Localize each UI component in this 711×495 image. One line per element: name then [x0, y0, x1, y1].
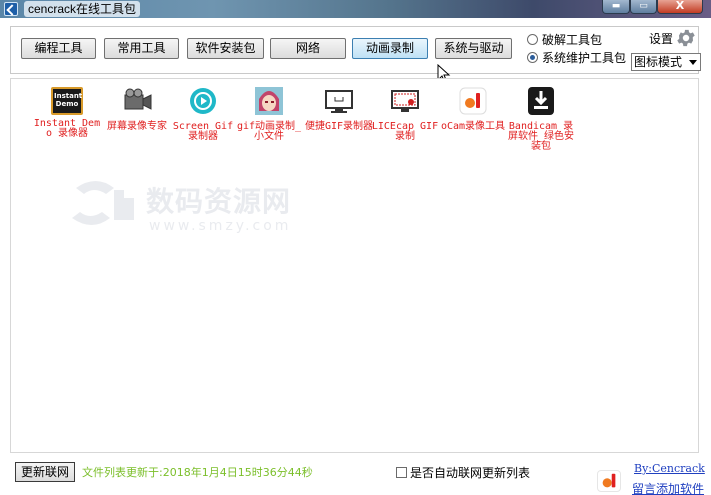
- settings-label: 设置: [649, 32, 674, 46]
- tools-grid: Instant Demo Instant Demo 录像器 屏幕录像专家 Scr…: [10, 78, 699, 453]
- record-monitor-icon: [391, 90, 419, 112]
- checkbox-label: 是否自动联网更新列表: [410, 466, 531, 480]
- anime-character-icon: [255, 87, 283, 115]
- tool-label: 便捷GIF录制器: [304, 121, 374, 132]
- tab-system-drivers[interactable]: 系统与驱动: [435, 38, 512, 59]
- tool-licecap[interactable]: LICEcap GIF 录制: [369, 87, 441, 142]
- tool-instant-demo[interactable]: Instant Demo Instant Demo 录像器: [31, 87, 103, 139]
- tool-label: LICEcap GIF 录制: [371, 121, 439, 142]
- watermark-logo-icon: [72, 181, 134, 225]
- radio-label: 破解工具包: [542, 32, 603, 47]
- tool-ocam[interactable]: oCam录像工具: [437, 87, 509, 132]
- tool-label: gif动画录制_小文件: [236, 121, 302, 142]
- tab-software-installers[interactable]: 软件安装包: [187, 38, 264, 59]
- window-title: cencrack在线工具包: [24, 1, 141, 17]
- tool-screen-recorder-expert[interactable]: 屏幕录像专家: [101, 87, 173, 132]
- add-software-feedback-link[interactable]: 留言添加软件: [632, 480, 704, 495]
- gear-icon[interactable]: [675, 27, 697, 49]
- tab-network[interactable]: 网络: [270, 38, 346, 59]
- instant-demo-icon: Instant Demo: [51, 87, 83, 115]
- close-button[interactable]: X: [657, 0, 703, 14]
- tool-label: oCam录像工具: [440, 121, 506, 132]
- checkbox[interactable]: [396, 467, 407, 478]
- tab-animation-recording[interactable]: 动画录制: [352, 38, 428, 59]
- minimize-button[interactable]: ▬: [602, 0, 630, 14]
- radio-system-maintenance-toolkit[interactable]: 系统维护工具包: [527, 49, 626, 65]
- watermark-url: www.smzy.com: [149, 218, 292, 234]
- radio-button[interactable]: [527, 33, 538, 45]
- watermark-text: 数码资源网: [146, 185, 292, 218]
- refresh-online-button[interactable]: 更新联网: [15, 462, 75, 482]
- tool-label: Bandicam 录屏软件_绿色安装包: [507, 121, 575, 152]
- list-update-time: 文件列表更新于:2018年1月4日15时36分44秒: [82, 466, 313, 479]
- app-icon: [4, 2, 18, 16]
- auto-update-checkbox[interactable]: 是否自动联网更新列表: [396, 464, 530, 481]
- tool-screen-gif[interactable]: Screen Gif 录制器: [167, 87, 239, 142]
- category-toolbar: 编程工具 常用工具 软件安装包 网络 动画录制 系统与驱动 破解工具包 系统维护…: [10, 26, 701, 74]
- tool-bandicam[interactable]: Bandicam 录屏软件_绿色安装包: [505, 87, 577, 152]
- chevron-down-icon: [689, 60, 697, 65]
- monitor-icon: [325, 90, 353, 113]
- download-icon: [528, 87, 554, 115]
- ocam-icon: [459, 87, 487, 115]
- title-bar: cencrack在线工具包 ▬ ▭ X: [0, 0, 711, 18]
- play-circle-icon: [190, 88, 216, 114]
- view-mode-select[interactable]: 图标模式: [631, 53, 701, 71]
- tool-easy-gif-recorder[interactable]: 便捷GIF录制器: [303, 87, 375, 132]
- ocam-icon: [597, 470, 621, 492]
- status-bar: 更新联网 文件列表更新于:2018年1月4日15时36分44秒 是否自动联网更新…: [0, 456, 711, 495]
- site-watermark: 数码资源网 www.smzy.com: [66, 174, 326, 244]
- maximize-button[interactable]: ▭: [630, 0, 657, 14]
- radio-label: 系统维护工具包: [542, 50, 627, 65]
- radio-button[interactable]: [527, 51, 538, 63]
- tool-gif-animation-recorder[interactable]: gif动画录制_小文件: [233, 87, 305, 142]
- tool-label: Instant Demo 录像器: [33, 118, 101, 139]
- tool-label: Screen Gif 录制器: [172, 121, 234, 142]
- view-mode-value: 图标模式: [634, 55, 683, 69]
- tab-programming-tools[interactable]: 编程工具: [21, 38, 96, 59]
- author-link[interactable]: By:Cencrack: [634, 462, 705, 475]
- tool-label: 屏幕录像专家: [107, 121, 167, 132]
- radio-crack-toolkit[interactable]: 破解工具包: [527, 31, 602, 47]
- tab-common-tools[interactable]: 常用工具: [104, 38, 179, 59]
- video-camera-icon: [124, 88, 152, 110]
